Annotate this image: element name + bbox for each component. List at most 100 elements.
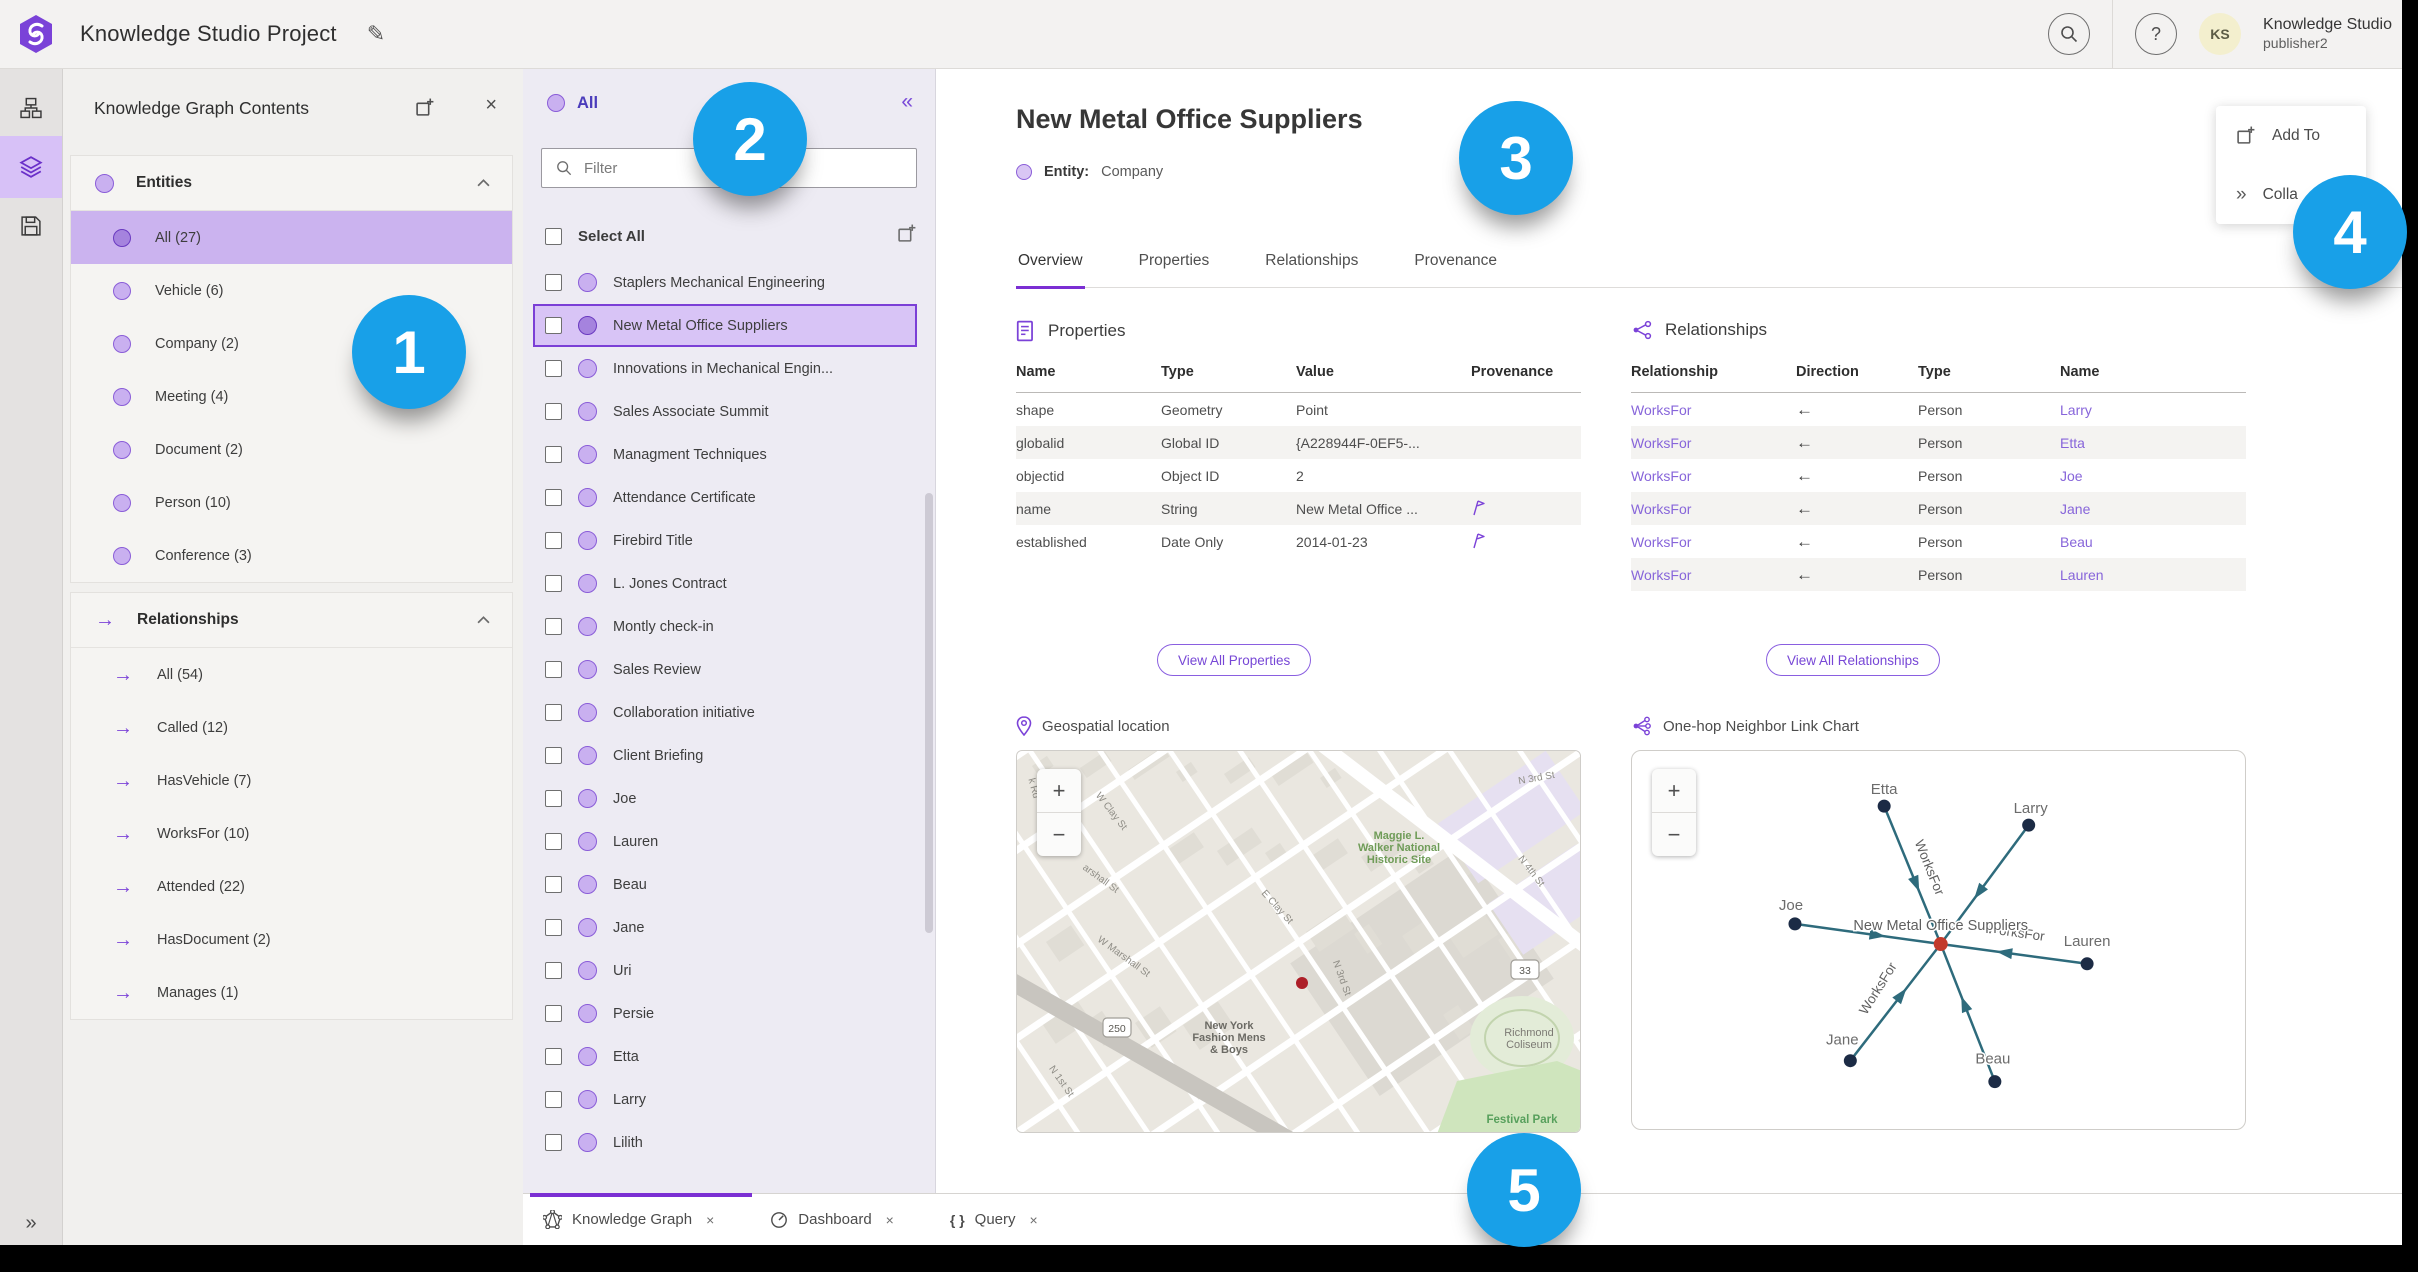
collapse-list-panel-icon[interactable]: « [901, 90, 913, 114]
link-chart-canvas[interactable]: WorksForWorksForWorksForEttaLarryJoeLaur… [1632, 751, 2246, 1130]
list-item[interactable]: Sales Review [523, 648, 923, 691]
list-item[interactable]: Beau [523, 863, 923, 906]
list-scrollbar[interactable] [925, 493, 933, 933]
item-checkbox[interactable] [545, 360, 562, 377]
entity-link[interactable]: Etta [2060, 435, 2085, 451]
relationship-type-item[interactable]: → Called (12) [71, 701, 512, 754]
zoom-out-button[interactable]: − [1652, 813, 1696, 856]
save-rail-button[interactable] [0, 198, 62, 254]
provenance-flag-icon[interactable] [1471, 532, 1486, 549]
relationship-type-item[interactable]: → WorksFor (10) [71, 807, 512, 860]
item-checkbox[interactable] [545, 747, 562, 764]
entity-link[interactable]: Larry [2060, 402, 2092, 418]
relationship-link[interactable]: WorksFor [1631, 435, 1691, 451]
table-row[interactable]: name String New Metal Office ... [1016, 492, 1581, 525]
entity-type-item[interactable]: Person (10) [71, 476, 512, 529]
collapse-relationships-icon[interactable] [477, 611, 490, 629]
item-checkbox[interactable] [545, 274, 562, 291]
detail-tab-relationships[interactable]: Relationships [1263, 240, 1360, 287]
detail-tab-provenance[interactable]: Provenance [1412, 240, 1499, 287]
item-checkbox[interactable] [545, 962, 562, 979]
list-item[interactable]: Collaboration initiative [523, 691, 923, 734]
list-item[interactable]: Montly check-in [523, 605, 923, 648]
graph-node[interactable] [1988, 1075, 2002, 1089]
provenance-flag-icon[interactable] [1471, 499, 1486, 516]
list-item[interactable]: Client Briefing [523, 734, 923, 777]
close-panel-icon[interactable]: × [485, 94, 497, 117]
item-checkbox[interactable] [545, 1134, 562, 1151]
search-button[interactable] [2048, 13, 2091, 55]
table-row[interactable]: WorksFor ← Person Beau [1631, 525, 2246, 558]
graph-node[interactable] [2022, 818, 2036, 832]
expand-rail-icon[interactable]: » [0, 1212, 62, 1235]
item-checkbox[interactable] [545, 661, 562, 678]
contents-rail-button[interactable] [0, 136, 62, 198]
entity-type-item[interactable]: Document (2) [71, 423, 512, 476]
user-info[interactable]: Knowledge Studio publisher2 [2263, 15, 2392, 53]
item-checkbox[interactable] [545, 833, 562, 850]
relationship-type-item[interactable]: → All (54) [71, 648, 512, 701]
relationship-link[interactable]: WorksFor [1631, 567, 1691, 583]
select-all-checkbox[interactable] [545, 227, 562, 245]
entity-link[interactable]: Joe [2060, 468, 2083, 484]
item-checkbox[interactable] [545, 704, 562, 721]
table-row[interactable]: objectid Object ID 2 [1016, 459, 1581, 492]
list-item[interactable]: Staplers Mechanical Engineering [523, 261, 923, 304]
entities-section-header[interactable]: Entities [71, 156, 512, 211]
item-checkbox[interactable] [545, 876, 562, 893]
list-item[interactable]: Attendance Certificate [523, 476, 923, 519]
list-item[interactable]: Firebird Title [523, 519, 923, 562]
list-item[interactable]: Lauren [523, 820, 923, 863]
list-item[interactable]: Lilith [523, 1121, 923, 1164]
list-item[interactable]: Uri [523, 949, 923, 992]
table-row[interactable]: WorksFor ← Person Lauren [1631, 558, 2246, 591]
item-checkbox[interactable] [545, 618, 562, 635]
list-item[interactable]: Managment Techniques [523, 433, 923, 476]
item-checkbox[interactable] [545, 919, 562, 936]
table-row[interactable]: shape Geometry Point [1016, 393, 1581, 427]
center-node[interactable] [1933, 937, 1948, 952]
entity-link[interactable]: Lauren [2060, 567, 2104, 583]
link-chart-panel[interactable]: + − WorksFor WorksFor WorksFor Etta Larry Joe… [1631, 750, 2246, 1130]
close-tab-icon[interactable]: × [706, 1212, 714, 1228]
zoom-in-button[interactable]: + [1037, 769, 1081, 813]
graph-node[interactable] [1843, 1054, 1857, 1068]
table-row[interactable]: established Date Only 2014-01-23 [1016, 525, 1581, 558]
item-checkbox[interactable] [545, 532, 562, 549]
graph-node[interactable] [2080, 957, 2094, 971]
detail-tab-properties[interactable]: Properties [1137, 240, 1212, 287]
view-all-relationships-button[interactable]: View All Relationships [1766, 644, 1940, 676]
list-item[interactable]: Persie [523, 992, 923, 1035]
detail-tab-overview[interactable]: Overview [1016, 240, 1085, 289]
item-checkbox[interactable] [545, 1005, 562, 1022]
item-checkbox[interactable] [545, 446, 562, 463]
table-row[interactable]: WorksFor ← Person Joe [1631, 459, 2246, 492]
relationship-type-item[interactable]: → Attended (22) [71, 860, 512, 913]
view-all-properties-button[interactable]: View All Properties [1157, 644, 1312, 676]
zoom-in-button[interactable]: + [1652, 769, 1696, 813]
item-checkbox[interactable] [545, 403, 562, 420]
list-item[interactable]: Joe [523, 777, 923, 820]
table-row[interactable]: WorksFor ← Person Larry [1631, 393, 2246, 427]
table-row[interactable]: globalid Global ID {A228944F-0EF5-... [1016, 426, 1581, 459]
item-checkbox[interactable] [545, 1048, 562, 1065]
collapse-entities-icon[interactable] [477, 174, 490, 192]
relationship-link[interactable]: WorksFor [1631, 501, 1691, 517]
list-item[interactable]: Etta [523, 1035, 923, 1078]
geospatial-map[interactable]: + − 250 33 k Rd W Clay St N 3rd St Maggie L. W… [1016, 750, 1581, 1133]
list-item[interactable]: New Metal Office Suppliers [533, 304, 917, 347]
item-checkbox[interactable] [545, 489, 562, 506]
relationship-link[interactable]: WorksFor [1631, 468, 1691, 484]
action-add-to[interactable]: Add To [2216, 106, 2366, 165]
entity-type-item[interactable]: Conference (3) [71, 529, 512, 582]
table-row[interactable]: WorksFor ← Person Etta [1631, 426, 2246, 459]
add-selection-button[interactable] [897, 224, 917, 248]
graph-node[interactable] [1877, 799, 1891, 813]
table-row[interactable]: WorksFor ← Person Jane [1631, 492, 2246, 525]
relationship-type-item[interactable]: → HasVehicle (7) [71, 754, 512, 807]
entity-type-item[interactable]: All (27) [71, 211, 512, 264]
list-item[interactable]: Innovations in Mechanical Engin... [523, 347, 923, 390]
entity-link[interactable]: Beau [2060, 534, 2093, 550]
relationship-link[interactable]: WorksFor [1631, 402, 1691, 418]
entity-link[interactable]: Jane [2060, 501, 2090, 517]
